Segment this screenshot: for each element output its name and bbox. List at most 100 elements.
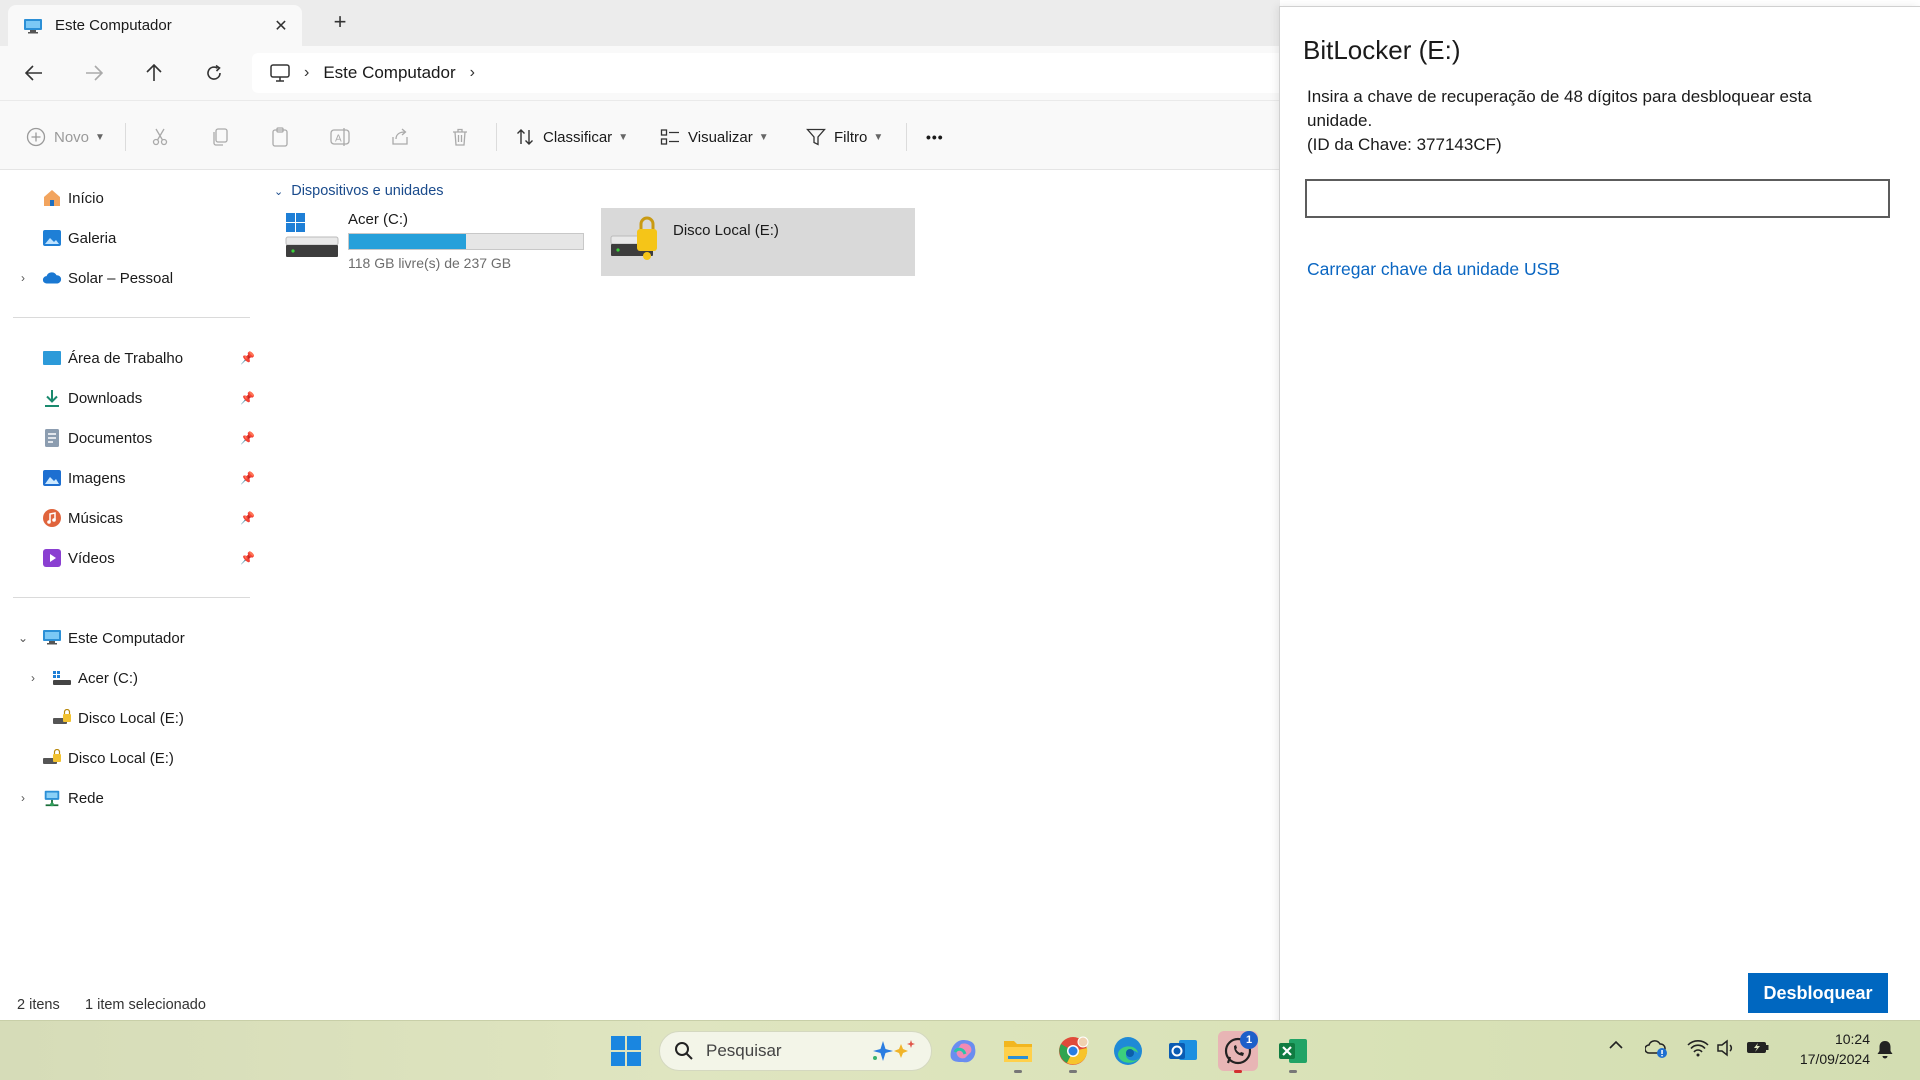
group-title: Dispositivos e unidades bbox=[291, 183, 444, 199]
sidebar-item-disco-local-e-nested[interactable]: Disco Local (E:) bbox=[0, 701, 262, 735]
bell-icon bbox=[1877, 1041, 1893, 1059]
back-button[interactable] bbox=[17, 58, 51, 88]
sidebar-item-imagens[interactable]: Imagens 📌 bbox=[0, 461, 262, 495]
tray-volume[interactable] bbox=[1716, 1039, 1738, 1057]
unlock-button[interactable]: Desbloquear bbox=[1748, 973, 1888, 1013]
clock-date: 17/09/2024 bbox=[1799, 1051, 1870, 1067]
rename-icon: A bbox=[330, 128, 350, 146]
view-button[interactable]: Visualizar ▼ bbox=[660, 123, 769, 151]
more-options-button[interactable]: ••• bbox=[926, 123, 944, 151]
sidebar-item-label: Imagens bbox=[68, 469, 126, 487]
sidebar-item-musicas[interactable]: Músicas 📌 bbox=[0, 501, 262, 535]
chevron-right-icon[interactable]: › bbox=[26, 671, 40, 685]
sort-button[interactable]: Classificar ▼ bbox=[515, 123, 628, 151]
videos-icon bbox=[42, 548, 62, 568]
taskbar: Pesquisar 1 10:24 17/09/2024 bbox=[0, 1020, 1920, 1080]
pin-icon[interactable]: 📌 bbox=[240, 471, 255, 485]
content-pane: ⌄ Dispositivos e unidades Acer (C:) 118 … bbox=[262, 171, 1280, 981]
pin-icon[interactable]: 📌 bbox=[240, 511, 255, 525]
share-button[interactable] bbox=[390, 123, 410, 151]
taskbar-file-explorer[interactable] bbox=[998, 1031, 1038, 1073]
taskbar-chrome[interactable] bbox=[1053, 1031, 1093, 1073]
sidebar-item-este-computador[interactable]: ⌄ Este Computador bbox=[0, 621, 262, 655]
taskbar-outlook[interactable] bbox=[1163, 1031, 1203, 1071]
pin-icon[interactable]: 📌 bbox=[240, 551, 255, 565]
paste-button[interactable] bbox=[270, 123, 290, 151]
tray-battery[interactable] bbox=[1746, 1039, 1770, 1055]
start-button[interactable] bbox=[610, 1035, 642, 1067]
trash-icon bbox=[453, 128, 467, 146]
pin-icon[interactable]: 📌 bbox=[240, 431, 255, 445]
new-button[interactable]: Novo ▼ bbox=[26, 123, 105, 151]
close-tab-icon[interactable]: ✕ bbox=[266, 16, 296, 36]
sidebar-item-galeria[interactable]: Galeria bbox=[0, 221, 262, 255]
breadcrumb-este-computador[interactable]: Este Computador bbox=[323, 63, 455, 83]
view-button-label: Visualizar bbox=[688, 128, 753, 146]
tray-notifications[interactable] bbox=[1876, 1039, 1894, 1059]
drive-tile-acer-c[interactable]: Acer (C:) 118 GB livre(s) de 237 GB bbox=[278, 207, 608, 275]
chevron-right-icon[interactable]: › bbox=[16, 791, 30, 805]
sidebar-item-videos[interactable]: Vídeos 📌 bbox=[0, 541, 262, 575]
bitlocker-key-id: (ID da Chave: 377143CF) bbox=[1307, 135, 1502, 154]
home-icon bbox=[42, 188, 62, 208]
drive-tile-disco-local-e[interactable]: Disco Local (E:) bbox=[601, 208, 915, 276]
sidebar-divider bbox=[13, 317, 250, 318]
running-indicator bbox=[1289, 1070, 1297, 1073]
chevron-right-icon[interactable]: › bbox=[16, 271, 30, 285]
plus-circle-icon bbox=[26, 127, 46, 147]
new-tab-button[interactable]: + bbox=[328, 9, 352, 35]
refresh-button[interactable] bbox=[197, 58, 231, 88]
bitlocker-instruction: Insira a chave de recuperação de 48 dígi… bbox=[1307, 87, 1812, 130]
copy-button[interactable] bbox=[210, 123, 230, 151]
monitor-icon bbox=[270, 64, 290, 82]
up-button[interactable] bbox=[137, 58, 171, 88]
sidebar-item-onedrive[interactable]: › Solar – Pessoal bbox=[0, 261, 262, 295]
taskbar-clock[interactable]: 10:24 17/09/2024 bbox=[1780, 1029, 1870, 1069]
wifi-icon bbox=[1687, 1040, 1709, 1057]
running-indicator bbox=[1014, 1070, 1022, 1073]
tray-onedrive[interactable] bbox=[1645, 1037, 1669, 1059]
address-bar[interactable]: › Este Computador › bbox=[252, 53, 1292, 93]
cut-button[interactable] bbox=[150, 123, 170, 151]
chevron-right-icon[interactable]: › bbox=[470, 64, 475, 82]
bitlocker-description: Insira a chave de recuperação de 48 dígi… bbox=[1307, 85, 1867, 157]
sidebar-item-downloads[interactable]: Downloads 📌 bbox=[0, 381, 262, 415]
pin-icon[interactable]: 📌 bbox=[240, 391, 255, 405]
taskbar-edge[interactable] bbox=[1108, 1031, 1148, 1071]
locked-drive-icon bbox=[610, 216, 657, 260]
tray-wifi[interactable] bbox=[1687, 1039, 1709, 1057]
sidebar-item-documentos[interactable]: Documentos 📌 bbox=[0, 421, 262, 455]
pin-icon[interactable]: 📌 bbox=[240, 351, 255, 365]
sidebar-item-acer-c[interactable]: › Acer (C:) bbox=[0, 661, 262, 695]
tab-este-computador[interactable]: Este Computador ✕ bbox=[8, 5, 302, 46]
speaker-icon bbox=[1717, 1039, 1733, 1057]
folder-icon bbox=[1004, 1041, 1032, 1062]
forward-button[interactable] bbox=[77, 58, 111, 88]
toolbar-divider bbox=[125, 123, 126, 151]
arrow-left-icon bbox=[25, 65, 42, 81]
sidebar-item-rede[interactable]: › Rede bbox=[0, 781, 262, 815]
tray-overflow-button[interactable] bbox=[1608, 1039, 1624, 1051]
chevron-right-icon: › bbox=[304, 64, 310, 81]
recovery-key-input[interactable] bbox=[1305, 179, 1890, 218]
clock-time: 10:24 bbox=[1834, 1031, 1870, 1047]
filter-button[interactable]: Filtro ▼ bbox=[806, 123, 883, 151]
sidebar-item-desktop[interactable]: Área de Trabalho 📌 bbox=[0, 341, 262, 375]
rename-button[interactable]: A bbox=[330, 123, 352, 151]
chrome-icon bbox=[1059, 1036, 1089, 1065]
download-icon bbox=[42, 388, 62, 408]
taskbar-copilot[interactable] bbox=[943, 1031, 983, 1071]
arrow-up-icon bbox=[146, 64, 162, 81]
taskbar-excel[interactable] bbox=[1273, 1031, 1313, 1073]
scissors-icon bbox=[152, 128, 168, 146]
sort-button-label: Classificar bbox=[543, 128, 613, 146]
group-header-dispositivos[interactable]: ⌄ Dispositivos e unidades bbox=[274, 183, 444, 199]
chevron-down-icon[interactable]: ⌄ bbox=[16, 631, 30, 645]
sidebar-item-inicio[interactable]: Início bbox=[0, 181, 262, 215]
taskbar-whatsapp[interactable]: 1 bbox=[1218, 1031, 1258, 1073]
load-usb-key-link[interactable]: Carregar chave da unidade USB bbox=[1307, 259, 1560, 280]
battery-charging-icon bbox=[1747, 1042, 1769, 1053]
taskbar-search[interactable]: Pesquisar bbox=[659, 1031, 932, 1071]
sidebar-item-disco-local-e[interactable]: Disco Local (E:) bbox=[0, 741, 262, 775]
delete-button[interactable] bbox=[450, 123, 470, 151]
